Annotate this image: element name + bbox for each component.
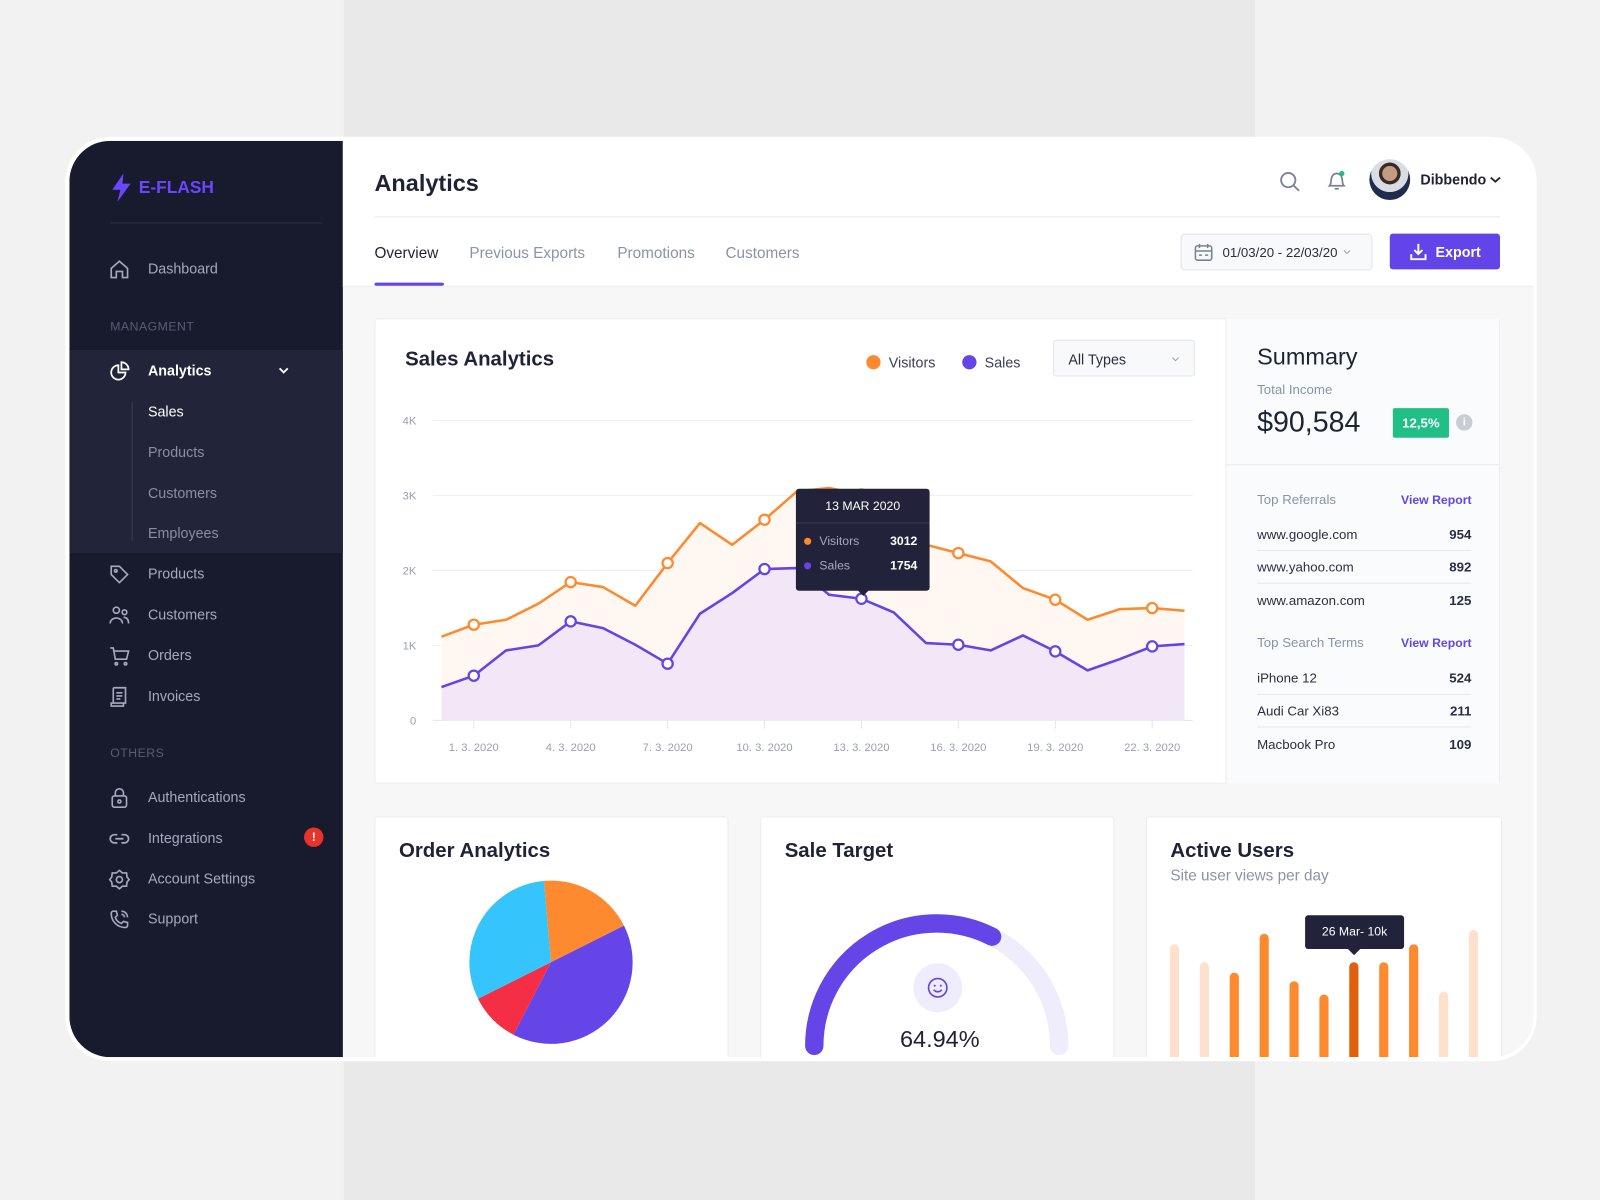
tooltip-text: 26 Mar- 10k [1321,924,1388,939]
bar [1289,981,1299,1058]
gauge-fill [805,914,1002,1056]
bar [1229,972,1239,1058]
bar [1199,962,1209,1058]
gauge-track [805,914,1069,1056]
bar [1379,962,1389,1058]
bar [1319,994,1329,1058]
bar [1438,991,1449,1058]
bar-tooltip: 26 Mar- 10k [1305,915,1405,956]
bar [1349,962,1359,1058]
bar [1468,929,1479,1058]
bar [1409,944,1419,1058]
bar [1169,944,1180,1058]
bar [1259,933,1269,1058]
app-window: E-FLASH Dashboard MANAGMENT Analytics Sa… [69,140,1534,1058]
